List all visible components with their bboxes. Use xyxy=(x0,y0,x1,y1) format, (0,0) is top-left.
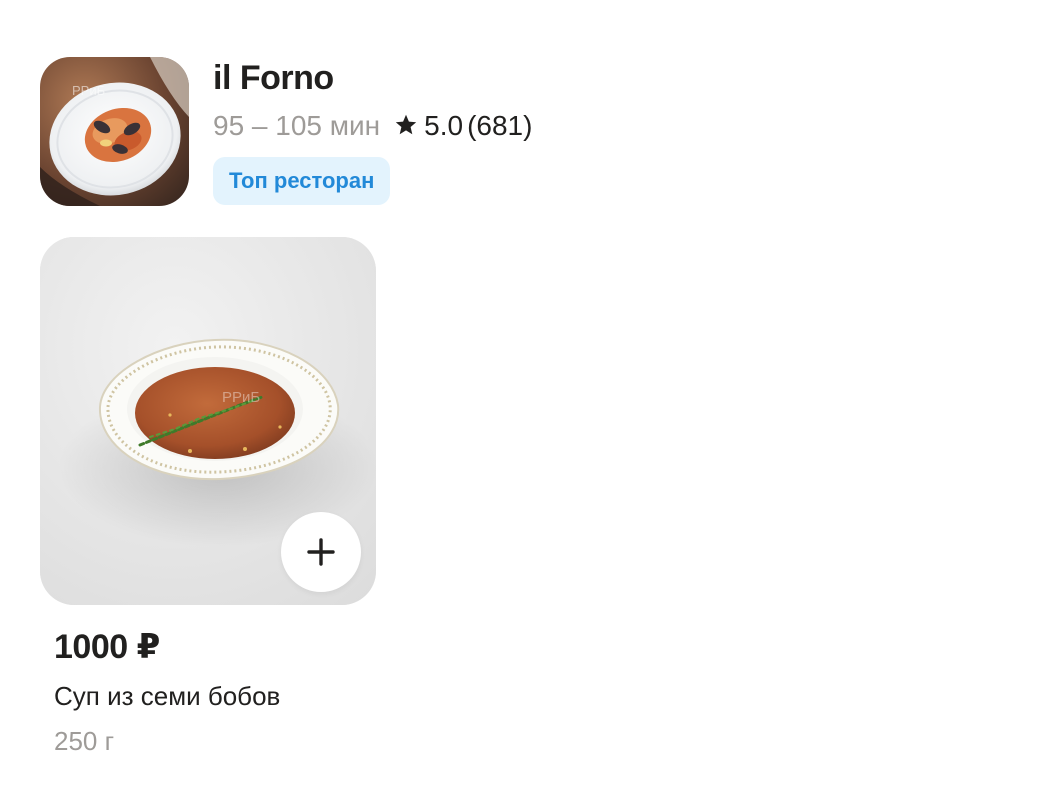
star-icon xyxy=(394,111,418,145)
reviews-count[interactable]: (681) xyxy=(467,110,532,141)
svg-text:PPиБ: PPиБ xyxy=(222,389,260,406)
restaurant-header: PPиБ il Forno 95 – 105 мин 5.0 (681) Топ р… xyxy=(40,57,680,209)
restaurant-thumbnail[interactable]: PPиБ xyxy=(40,57,189,206)
top-restaurant-badge[interactable]: Топ ресторан xyxy=(213,157,391,205)
pasta-dish-image: PPиБ xyxy=(40,57,189,206)
product-name[interactable]: Суп из семи бобов xyxy=(54,681,280,712)
plus-icon xyxy=(305,536,337,568)
restaurant-name[interactable]: il Forno xyxy=(213,59,334,98)
rating-value: 5.0 xyxy=(424,110,464,141)
add-to-cart-button[interactable] xyxy=(281,512,361,592)
product-price: 1000 ₽ xyxy=(54,628,160,666)
restaurant-meta: 95 – 105 мин 5.0 (681) xyxy=(213,109,532,145)
svg-text:PPиБ: PPиБ xyxy=(72,83,105,98)
product-card[interactable]: PPиБ 1000 ₽ Суп из семи бобов 250 г xyxy=(40,237,376,757)
product-weight: 250 г xyxy=(54,726,115,756)
delivery-time: 95 – 105 мин xyxy=(213,110,381,141)
product-image[interactable]: PPиБ xyxy=(40,237,376,605)
